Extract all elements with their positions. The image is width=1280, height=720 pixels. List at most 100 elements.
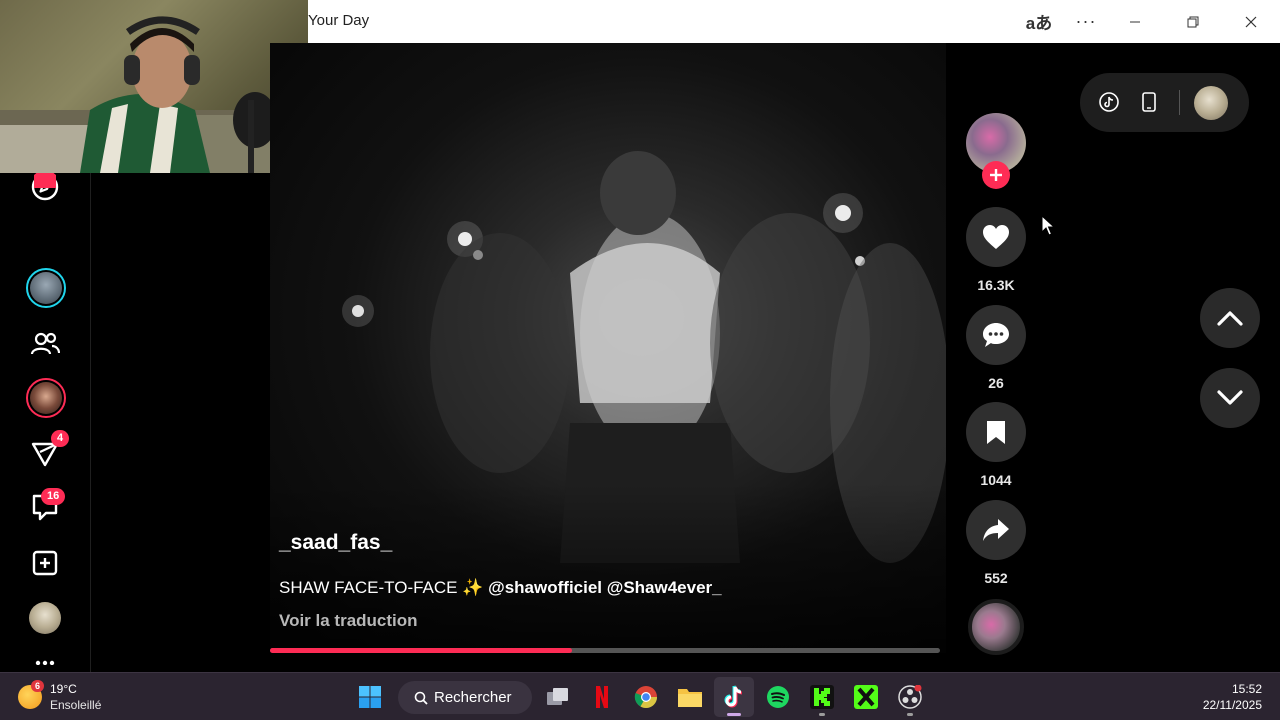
see-translation-link[interactable]: Voir la traduction [279,611,418,631]
tiktok-app[interactable] [714,677,754,717]
mouse-cursor-icon [1041,215,1055,236]
share-button[interactable] [966,500,1026,560]
sidebar-item-friends[interactable] [24,323,66,365]
inbox-badge: 4 [51,430,70,447]
follow-button[interactable] [982,161,1010,189]
sound-disc[interactable] [968,599,1024,655]
phone-icon [1142,92,1156,112]
close-icon [1245,16,1257,27]
plus-icon [990,169,1002,181]
sidebar-item-upload[interactable] [24,542,66,584]
share-count: 552 [984,570,1008,586]
minimize-icon [1130,21,1140,22]
save-action: 1044 [966,402,1026,488]
clock-date: 22/11/2025 [1202,698,1262,712]
comment-icon [983,323,1009,347]
tiktok-logo-icon [724,685,743,708]
sidebar-item-home[interactable] [31,173,59,191]
plus-square-icon [32,550,58,576]
weather-badge: 6 [31,680,45,692]
friends-icon [30,332,60,355]
start-button[interactable] [350,677,390,717]
more-options-button[interactable]: ··· [1063,0,1109,43]
chevron-down-icon [1217,390,1243,405]
task-view-icon [547,688,568,705]
sidebar-item-more[interactable] [24,655,66,672]
like-count: 16.3K [977,277,1015,293]
video-player[interactable]: _saad_fas_ SHAW FACE-TO-FACE ✨ @shawoffi… [270,43,946,653]
taskbar-search[interactable]: Rechercher [398,681,532,714]
spotify-icon [767,686,789,708]
weather-temperature: 19°C [50,682,77,696]
comment-button[interactable] [966,305,1026,365]
restore-icon [1187,16,1199,27]
chrome-icon [634,686,657,708]
excel-like-app[interactable] [846,677,886,717]
translate-button[interactable]: aあ [1016,0,1062,43]
search-icon [414,691,428,705]
minimize-button[interactable] [1112,0,1158,43]
video-caption: SHAW FACE-TO-FACE ✨ @shawofficiel @Shaw4… [279,578,722,598]
tiktok-icon [1099,92,1119,112]
comment-count: 26 [988,375,1004,391]
sidebar-item-following-account[interactable] [25,377,67,419]
share-action: 552 [966,500,1026,586]
sidebar-item-profile[interactable] [24,597,66,639]
heart-icon [983,225,1009,249]
sidebar-item-inbox[interactable]: 4 [24,430,70,475]
webcam-overlay [0,0,308,173]
weather-condition: Ensoleillé [50,698,102,712]
obs-icon [898,685,922,709]
next-video-button[interactable] [1200,368,1260,428]
caption-mentions[interactable]: @shawofficiel @Shaw4ever_ [488,578,721,597]
save-button[interactable] [966,402,1026,462]
windows-logo-icon [359,686,381,708]
messages-badge: 16 [41,488,66,505]
caption-text: SHAW FACE-TO-FACE ✨ [279,578,489,597]
green-x-icon [854,685,878,709]
video-progress-bar[interactable] [270,648,940,653]
top-right-controls [1080,73,1249,132]
task-view-button[interactable] [538,677,578,717]
video-progress-fill [270,648,572,653]
file-explorer-app[interactable] [670,677,710,717]
like-action: 16.3K [966,207,1026,293]
webcam-person-image [0,16,308,173]
running-indicator [907,713,913,716]
live-avatar [26,268,66,308]
account-avatar [26,378,66,418]
folder-icon [678,689,702,707]
home-icon [34,173,56,188]
tiktok-mode-button[interactable] [1097,90,1121,114]
kick-icon [810,685,834,709]
clock-time: 15:52 [1231,682,1262,696]
windows-taskbar: 6 19°C Ensoleillé Rechercher 15:52 22/11… [0,672,1280,720]
system-clock[interactable]: 15:52 22/11/2025 [1203,681,1262,713]
sidebar-item-live[interactable] [25,267,67,309]
user-avatar[interactable] [1194,86,1228,120]
share-icon [983,519,1009,541]
netflix-icon [596,686,608,708]
like-button[interactable] [966,207,1026,267]
video-author-name[interactable]: _saad_fas_ [279,531,392,555]
comment-action: 26 [966,305,1026,391]
close-button[interactable] [1228,0,1274,43]
chrome-app[interactable] [626,677,666,717]
phone-mode-button[interactable] [1137,90,1161,114]
previous-video-button[interactable] [1200,288,1260,348]
restore-button[interactable] [1170,0,1216,43]
running-indicator [819,713,825,716]
obs-app[interactable] [890,677,930,717]
bookmark-icon [987,421,1005,444]
sidebar-item-messages[interactable]: 16 [24,486,66,528]
search-label: Rechercher [434,689,512,706]
window-title: Your Day [308,12,370,29]
kick-app[interactable] [802,677,842,717]
netflix-app[interactable] [582,677,622,717]
pill-divider [1179,90,1180,115]
save-count: 1044 [980,472,1012,488]
spotify-app[interactable] [758,677,798,717]
more-dots-icon [35,660,55,665]
active-indicator [727,713,741,716]
chevron-up-icon [1217,311,1243,326]
